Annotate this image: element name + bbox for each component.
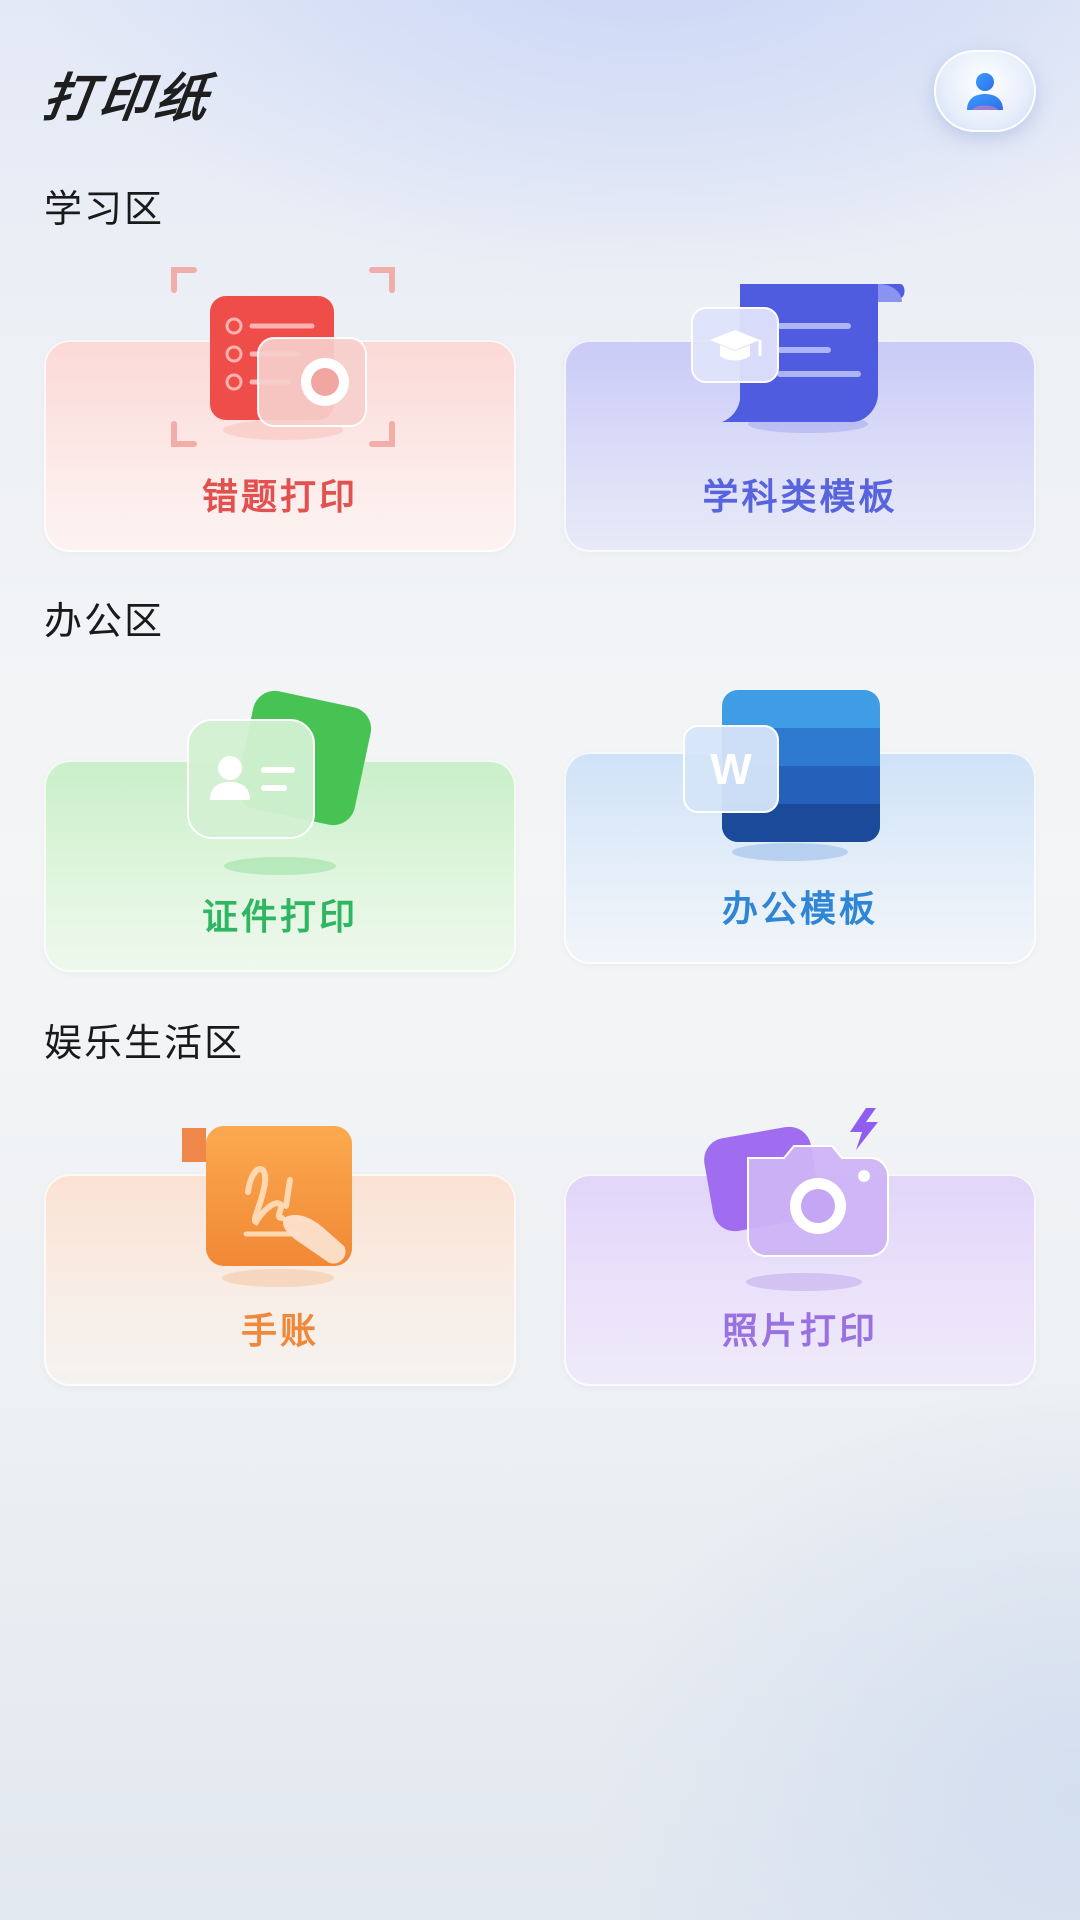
graduation-scroll-icon — [691, 284, 905, 433]
app-title: 打印纸 — [39, 69, 216, 129]
svg-text:W: W — [710, 745, 752, 794]
card-label: 照片打印 — [721, 1311, 878, 1352]
section-title-office: 办公区 — [44, 599, 165, 643]
section-title-entertainment: 娱乐生活区 — [44, 1021, 245, 1065]
card-label: 办公模板 — [721, 889, 878, 930]
camera-scan-icon — [171, 267, 395, 447]
user-icon — [967, 73, 1003, 110]
photo-camera-icon — [704, 1108, 889, 1291]
word-document-icon: W — [683, 690, 880, 861]
id-card-icon — [187, 690, 372, 875]
journal-handwriting-icon — [182, 1126, 352, 1287]
card-label: 证件打印 — [201, 897, 358, 938]
card-label: 错题打印 — [201, 477, 358, 518]
card-label: 学科类模板 — [702, 477, 898, 518]
profile-button[interactable] — [934, 50, 1036, 132]
section-title-study: 学习区 — [44, 187, 165, 231]
card-label: 手账 — [240, 1311, 319, 1352]
